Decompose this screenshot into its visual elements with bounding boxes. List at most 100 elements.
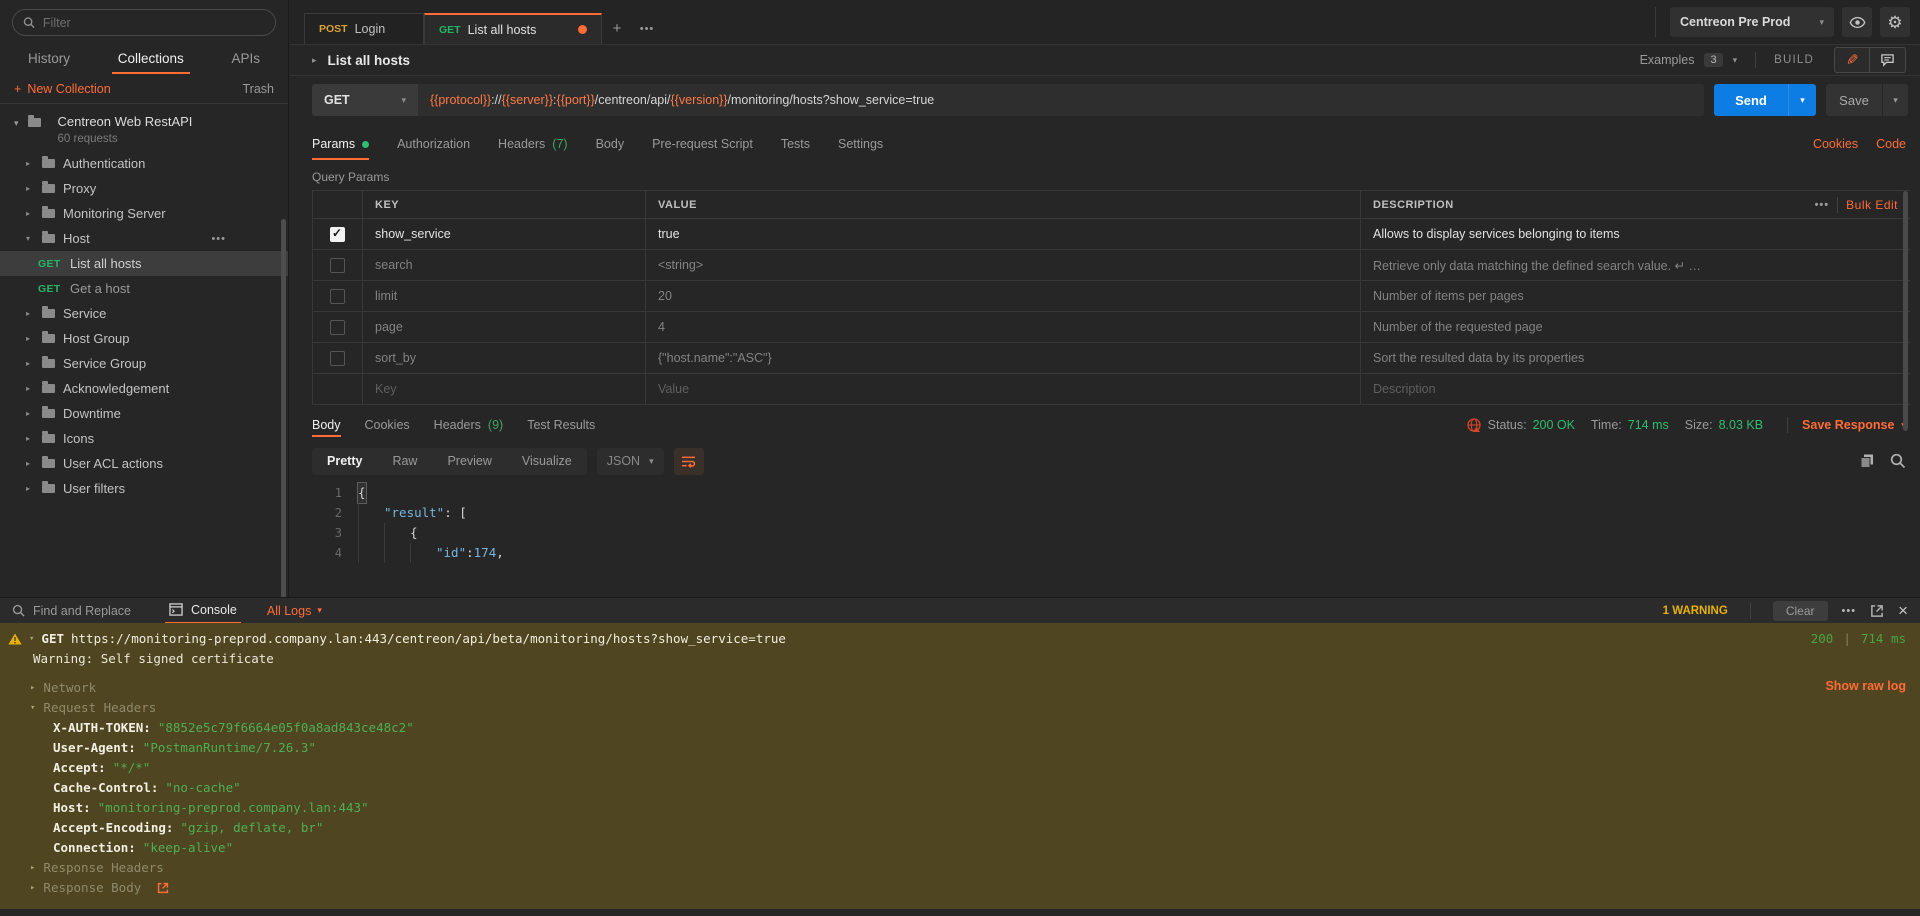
chevron-right-icon[interactable]: ▸ xyxy=(26,459,42,468)
collection-root[interactable]: ▾ Centreon Web RestAPI 60 requests xyxy=(0,110,288,151)
close-console-icon[interactable]: × xyxy=(1898,602,1908,619)
chevron-right-icon[interactable]: ▸ xyxy=(26,184,42,193)
open-tab-list-all-hosts[interactable]: GETList all hosts xyxy=(424,13,602,44)
checkbox-checked[interactable] xyxy=(330,227,345,242)
console-options-icon[interactable]: ••• xyxy=(1842,605,1857,617)
param-description-cell[interactable]: Number of the requested page xyxy=(1360,312,1910,342)
param-description-cell[interactable]: Retrieve only data matching the defined … xyxy=(1360,250,1910,280)
wrap-lines-button[interactable] xyxy=(674,448,704,475)
sidebar-tab-collections[interactable]: Collections xyxy=(116,45,186,72)
chevron-right-icon[interactable]: ▸ xyxy=(30,878,35,898)
view-tab-pretty[interactable]: Pretty xyxy=(312,448,377,475)
sidebar-folder-acknowledgement[interactable]: ▸Acknowledgement xyxy=(0,376,288,401)
view-tab-visualize[interactable]: Visualize xyxy=(507,448,587,475)
main-scrollbar[interactable] xyxy=(1903,191,1908,431)
more-options-icon[interactable]: ••• xyxy=(211,233,226,245)
send-options-button[interactable]: ▾ xyxy=(1788,84,1816,116)
chevron-right-icon[interactable]: ▸ xyxy=(26,359,42,368)
console-tab[interactable]: Console xyxy=(165,598,241,624)
view-tab-preview[interactable]: Preview xyxy=(432,448,506,475)
param-value-cell[interactable]: 4 xyxy=(645,312,1360,342)
save-options-button[interactable]: ▾ xyxy=(1882,84,1908,116)
chevron-right-icon[interactable]: ▸ xyxy=(26,484,42,493)
new-collection-button[interactable]: + New Collection xyxy=(14,82,111,96)
cookies-link[interactable]: Cookies xyxy=(1813,137,1858,151)
param-value-cell[interactable]: true xyxy=(645,219,1360,249)
chevron-right-icon[interactable]: ▸ xyxy=(26,209,42,218)
sidebar-folder-user-filters[interactable]: ▸User filters xyxy=(0,476,288,501)
view-tab-raw[interactable]: Raw xyxy=(377,448,432,475)
edit-request-button[interactable]: ✎ xyxy=(1834,47,1870,73)
sidebar-folder-monitoring-server[interactable]: ▸Monitoring Server xyxy=(0,201,288,226)
sidebar-folder-service[interactable]: ▸Service xyxy=(0,301,288,326)
response-tab-test-results[interactable]: Test Results xyxy=(527,409,595,441)
chevron-right-icon[interactable]: ▸ xyxy=(26,384,42,393)
tab-options-icon[interactable]: ••• xyxy=(632,13,662,44)
request-tab-params[interactable]: Params xyxy=(312,124,369,164)
sidebar-folder-downtime[interactable]: ▸Downtime xyxy=(0,401,288,426)
sidebar-folder-proxy[interactable]: ▸Proxy xyxy=(0,176,288,201)
clear-console-button[interactable]: Clear xyxy=(1773,601,1828,621)
chevron-right-icon[interactable]: ▸ xyxy=(30,858,35,878)
sidebar-tab-history[interactable]: History xyxy=(26,45,72,72)
chevron-down-icon[interactable]: ▾ xyxy=(1733,55,1738,66)
param-key-cell[interactable]: sort_by xyxy=(362,343,645,373)
code-link[interactable]: Code xyxy=(1876,137,1906,151)
request-tab-pre-request-script[interactable]: Pre-request Script xyxy=(652,124,753,164)
environment-quick-look-button[interactable] xyxy=(1842,7,1872,37)
sidebar-folder-icons[interactable]: ▸Icons xyxy=(0,426,288,451)
examples-label[interactable]: Examples xyxy=(1640,53,1695,67)
log-filter-selector[interactable]: All Logs ▾ xyxy=(267,604,322,618)
response-body-viewer[interactable]: 1{2"result": [3{4"id": 174, xyxy=(290,481,1920,597)
sidebar-folder-authentication[interactable]: ▸Authentication xyxy=(0,151,288,176)
param-description-cell[interactable]: Sort the resulted data by its properties xyxy=(1360,343,1910,373)
method-selector[interactable]: GET ▾ xyxy=(312,84,418,116)
param-description-cell[interactable]: Allows to display services belonging to … xyxy=(1360,219,1910,249)
save-button[interactable]: Save xyxy=(1826,84,1882,116)
checkbox-unchecked[interactable] xyxy=(330,320,345,335)
param-key-cell[interactable]: search xyxy=(362,250,645,280)
sidebar-tab-apis[interactable]: APIs xyxy=(229,45,262,72)
param-description-cell[interactable]: Description xyxy=(1360,374,1910,404)
param-value-cell[interactable]: 20 xyxy=(645,281,1360,311)
settings-button[interactable]: ⚙ xyxy=(1880,7,1910,37)
collapse-request-icon[interactable]: ▸ xyxy=(312,55,317,66)
sidebar-folder-user-acl-actions[interactable]: ▸User ACL actions xyxy=(0,451,288,476)
request-tab-authorization[interactable]: Authorization xyxy=(397,124,470,164)
param-key-cell[interactable]: limit xyxy=(362,281,645,311)
chevron-down-icon[interactable]: ▾ xyxy=(29,629,34,649)
request-tab-headers[interactable]: Headers(7) xyxy=(498,124,568,164)
copy-icon[interactable] xyxy=(1859,453,1875,469)
param-key-cell[interactable]: Key xyxy=(362,374,645,404)
show-raw-log-link[interactable]: Show raw log xyxy=(1825,679,1906,693)
param-value-cell[interactable]: {"host.name":"ASC"} xyxy=(645,343,1360,373)
response-format-selector[interactable]: JSON ▾ xyxy=(597,448,664,475)
console-section-response-headers[interactable]: ▸Response Headers xyxy=(0,858,1920,878)
trash-button[interactable]: Trash xyxy=(243,82,275,96)
param-key-cell[interactable]: page xyxy=(362,312,645,342)
environment-selector[interactable]: Centreon Pre Prod ▾ xyxy=(1670,7,1834,37)
sidebar-folder-host-group[interactable]: ▸Host Group xyxy=(0,326,288,351)
response-tab-headers[interactable]: Headers(9) xyxy=(434,409,504,441)
filter-box[interactable] xyxy=(12,9,276,36)
sidebar-folder-host[interactable]: ▾Host••• xyxy=(0,226,288,251)
find-and-replace-button[interactable]: Find and Replace xyxy=(12,604,131,618)
chevron-right-icon[interactable]: ▸ xyxy=(26,334,42,343)
chevron-right-icon[interactable]: ▸ xyxy=(26,159,42,168)
chevron-down-icon[interactable]: ▾ xyxy=(14,118,19,145)
param-value-cell[interactable]: Value xyxy=(645,374,1360,404)
console-section-network[interactable]: ▸Network xyxy=(0,678,1920,698)
request-tab-body[interactable]: Body xyxy=(596,124,625,164)
param-key-cell[interactable]: show_service xyxy=(362,219,645,249)
new-tab-button[interactable]: + xyxy=(602,13,632,44)
request-tab-tests[interactable]: Tests xyxy=(781,124,810,164)
sidebar-request-get-a-host[interactable]: GETGet a host xyxy=(0,276,288,301)
url-input[interactable]: {{protocol}}://{{server}}:{{port}}/centr… xyxy=(418,84,946,116)
param-value-cell[interactable]: <string> xyxy=(645,250,1360,280)
open-in-new-icon[interactable] xyxy=(1870,604,1884,618)
comments-button[interactable] xyxy=(1870,47,1906,73)
chevron-right-icon[interactable]: ▸ xyxy=(26,409,42,418)
response-tab-body[interactable]: Body xyxy=(312,409,341,441)
bulk-edit-link[interactable]: Bulk Edit xyxy=(1846,198,1898,212)
open-tab-login[interactable]: POSTLogin xyxy=(304,13,424,44)
